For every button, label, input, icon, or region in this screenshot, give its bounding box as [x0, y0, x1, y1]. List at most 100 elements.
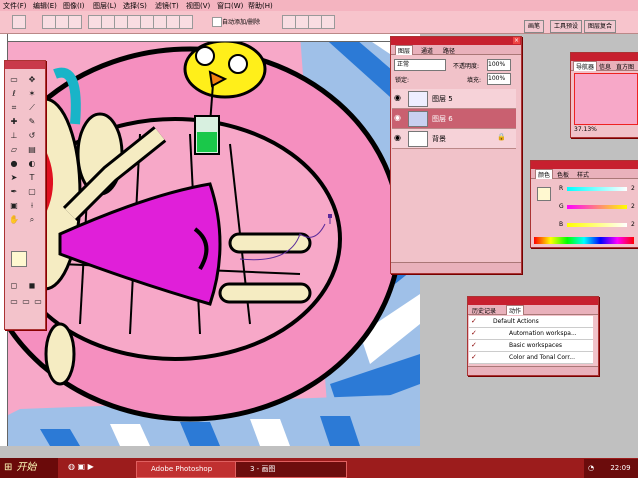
standard-mode-icon[interactable]: ◻ — [9, 281, 19, 291]
taskbar-button-photoshop[interactable]: Adobe Photoshop — [136, 461, 246, 478]
custom-shape-icon[interactable] — [179, 15, 193, 29]
screen-mode-1-icon[interactable]: ▭ — [9, 297, 19, 307]
visibility-eye-icon[interactable]: ◉ — [394, 93, 404, 103]
tab-tool-presets[interactable]: 工具预设 — [550, 20, 583, 33]
check-icon[interactable]: ✓ — [471, 353, 479, 361]
media-icon[interactable]: ▶ — [88, 462, 94, 471]
volume-icon[interactable]: ◔ — [584, 464, 594, 472]
type-tool-icon[interactable]: T — [27, 173, 37, 183]
screen-mode-3-icon[interactable]: ▭ — [33, 297, 43, 307]
move-tool-icon[interactable]: ✥ — [27, 75, 37, 85]
g-slider[interactable] — [567, 205, 627, 209]
auto-add-delete-checkbox[interactable] — [212, 17, 222, 27]
polygon-icon[interactable] — [153, 15, 167, 29]
canvas-area[interactable] — [0, 34, 420, 446]
tab-actions[interactable]: 动作 — [506, 305, 525, 315]
layer-row[interactable]: ◉ 图层 5 — [392, 89, 516, 109]
foreground-color-swatch[interactable] — [537, 187, 551, 201]
screen-mode-2-icon[interactable]: ▭ — [21, 297, 31, 307]
menu-select[interactable]: 选择(S) — [123, 1, 147, 11]
menu-image[interactable]: 图像(I) — [63, 1, 85, 11]
color-panel-header[interactable] — [531, 161, 638, 169]
color-spectrum-bar[interactable] — [534, 237, 634, 244]
lasso-tool-icon[interactable]: ℓ — [9, 89, 19, 99]
check-icon[interactable]: ✓ — [471, 329, 479, 337]
path-subtract-icon[interactable] — [295, 15, 309, 29]
visibility-eye-icon[interactable]: ◉ — [394, 133, 404, 143]
desktop-icon[interactable]: ▣ — [78, 462, 86, 471]
tab-channels[interactable]: 通道 — [421, 46, 433, 55]
eyedropper-icon[interactable]: ⟊ — [27, 201, 37, 211]
hand-tool-icon[interactable]: ✋ — [9, 215, 19, 225]
taskbar-button-paint[interactable]: 3 - 画图 — [235, 461, 347, 478]
browser-icon[interactable]: ◍ — [68, 462, 75, 471]
quickmask-mode-icon[interactable]: ◼ — [27, 281, 37, 291]
pen-icon[interactable] — [88, 15, 102, 29]
menu-window[interactable]: 窗口(W) — [217, 1, 243, 11]
b-value[interactable]: 2 — [631, 221, 635, 228]
tab-info[interactable]: 信息 — [599, 62, 611, 71]
tab-history[interactable]: 历史记录 — [472, 306, 496, 315]
stamp-tool-icon[interactable]: ⊥ — [9, 131, 19, 141]
tab-swatches[interactable]: 色板 — [557, 170, 569, 179]
freeform-pen-icon[interactable] — [101, 15, 115, 29]
magic-wand-icon[interactable]: ✶ — [27, 89, 37, 99]
pen-tool-icon[interactable]: ✒ — [9, 187, 19, 197]
menu-help[interactable]: 帮助(H) — [248, 1, 273, 11]
menu-layer[interactable]: 图层(L) — [93, 1, 116, 11]
marquee-tool-icon[interactable]: ▭ — [9, 75, 19, 85]
foreground-color-swatch[interactable] — [11, 251, 27, 267]
dodge-tool-icon[interactable]: ◐ — [27, 159, 37, 169]
navigator-preview[interactable] — [574, 73, 638, 125]
action-item[interactable]: ✓ Color and Tonal Corr... — [469, 352, 593, 364]
r-value[interactable]: 2 — [631, 185, 635, 192]
tab-layer-comps[interactable]: 图层复合 — [584, 20, 617, 33]
b-slider[interactable] — [567, 223, 627, 227]
toolbox-header[interactable] — [5, 61, 45, 69]
tab-paths[interactable]: 路径 — [443, 46, 455, 55]
menu-filter[interactable]: 滤镜(T) — [155, 1, 179, 11]
line-icon[interactable] — [166, 15, 180, 29]
path-exclude-icon[interactable] — [321, 15, 335, 29]
rounded-rect-icon[interactable] — [127, 15, 141, 29]
opacity-input[interactable]: 100% — [487, 59, 511, 71]
menu-file[interactable]: 文件(F) — [3, 1, 27, 11]
start-button[interactable]: ⊞ 开始 — [0, 458, 58, 478]
slice-tool-icon[interactable]: ⟋ — [27, 103, 37, 113]
r-slider[interactable] — [567, 187, 627, 191]
visibility-eye-icon[interactable]: ◉ — [394, 113, 404, 123]
shape-tool-icon[interactable]: ▢ — [27, 187, 37, 197]
tab-histogram[interactable]: 直方图 — [616, 62, 634, 71]
path-intersect-icon[interactable] — [308, 15, 322, 29]
menu-edit[interactable]: 编辑(E) — [33, 1, 57, 11]
crop-tool-icon[interactable]: ⌗ — [9, 103, 19, 113]
history-brush-icon[interactable]: ↺ — [27, 131, 37, 141]
blend-mode-select[interactable]: 正常 — [394, 59, 446, 71]
fill-pixels-icon[interactable] — [68, 15, 82, 29]
healing-brush-icon[interactable]: ✚ — [9, 117, 19, 127]
navigator-panel-header[interactable] — [571, 53, 638, 61]
layer-row-selected[interactable]: ◉ 图层 6 — [392, 109, 516, 129]
check-icon[interactable]: ✓ — [471, 341, 479, 349]
close-icon[interactable]: × — [513, 37, 520, 44]
g-value[interactable]: 2 — [631, 203, 635, 210]
blur-tool-icon[interactable]: ● — [9, 159, 19, 169]
path-select-icon[interactable]: ➤ — [9, 173, 19, 183]
tab-styles[interactable]: 样式 — [577, 170, 589, 179]
actions-panel-header[interactable] — [468, 297, 598, 305]
tab-brushes[interactable]: 画笔 — [524, 20, 545, 33]
action-item[interactable]: ✓ Default Actions — [469, 316, 593, 328]
layers-panel-header[interactable]: × — [391, 37, 521, 45]
layer-row[interactable]: ◉ 背景 🔒 — [392, 129, 516, 149]
paths-icon[interactable] — [55, 15, 69, 29]
brush-tool-icon[interactable]: ✎ — [27, 117, 37, 127]
tab-color[interactable]: 颜色 — [535, 169, 554, 179]
zoom-tool-icon[interactable]: ⌕ — [27, 215, 37, 225]
shape-layer-icon[interactable] — [42, 15, 56, 29]
check-icon[interactable]: ✓ — [471, 317, 479, 325]
eraser-tool-icon[interactable]: ▱ — [9, 145, 19, 155]
path-combine-icon[interactable] — [282, 15, 296, 29]
action-item[interactable]: ✓ Automation workspa... — [469, 328, 593, 340]
gradient-tool-icon[interactable]: ▤ — [27, 145, 37, 155]
menu-view[interactable]: 视图(V) — [186, 1, 210, 11]
